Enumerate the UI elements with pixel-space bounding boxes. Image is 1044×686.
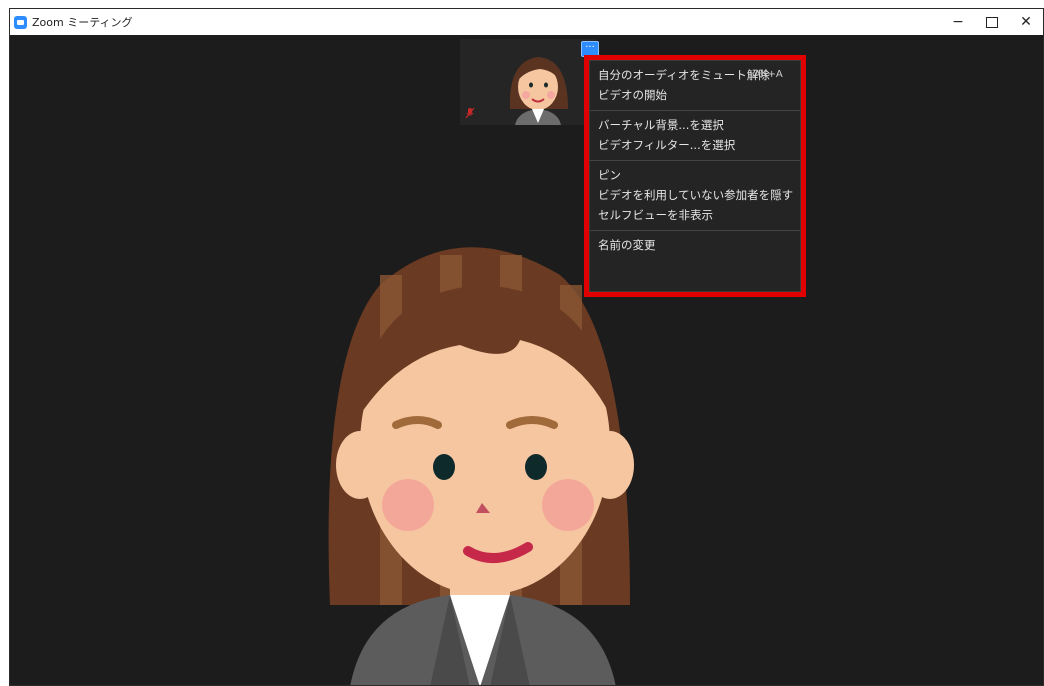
close-button[interactable]: ✕ [1009, 9, 1043, 35]
maximize-button[interactable] [975, 9, 1009, 35]
main-participant-avatar [328, 247, 634, 685]
menu-item-virtual-background[interactable]: バーチャル背景...を選択 [590, 115, 800, 135]
menu-item-label: ビデオフィルター...を選択 [598, 138, 736, 152]
menu-item-label: ビデオの開始 [598, 88, 667, 102]
menu-item-start-video[interactable]: ビデオの開始 [590, 85, 800, 105]
microphone-muted-icon [465, 107, 475, 119]
self-avatar-image [509, 57, 568, 125]
menu-item-video-filter[interactable]: ビデオフィルター...を選択 [590, 135, 800, 155]
window-title: Zoom ミーティング [32, 16, 133, 29]
menu-item-unmute-audio[interactable]: 自分のオーディオをミュート解除 Alt+A [590, 65, 800, 85]
menu-item-label: ビデオを利用していない参加者を隠す [598, 188, 794, 202]
menu-item-pin[interactable]: ピン [590, 165, 800, 185]
menu-section-view: ピン ビデオを利用していない参加者を隠す セルフビューを非表示 [590, 161, 800, 231]
title-bar: Zoom ミーティング − ✕ [10, 9, 1043, 35]
minimize-button[interactable]: − [941, 9, 975, 35]
menu-item-label: バーチャル背景...を選択 [598, 118, 724, 132]
menu-item-shortcut: Alt+A [754, 69, 783, 80]
menu-item-hide-self-view[interactable]: セルフビューを非表示 [590, 205, 800, 225]
maximize-icon [986, 16, 998, 28]
zoom-app-icon [14, 15, 27, 29]
menu-section-background-filters: バーチャル背景...を選択 ビデオフィルター...を選択 [590, 111, 800, 161]
menu-item-label: ピン [598, 168, 621, 182]
self-view-tile[interactable] [460, 39, 596, 125]
menu-section-audio-video: 自分のオーディオをミュート解除 Alt+A ビデオの開始 [590, 61, 800, 111]
menu-item-label: セルフビューを非表示 [598, 208, 713, 222]
menu-item-label: 自分のオーディオをミュート解除 [598, 68, 770, 82]
menu-item-hide-non-video[interactable]: ビデオを利用していない参加者を隠す [590, 185, 800, 205]
meeting-stage: ··· 自分のオーディオをミュート解除 Alt+A ビデオの開始 バーチャル背景… [10, 35, 1043, 685]
zoom-window: Zoom ミーティング − ✕ ··· 自分のオーディオをミュート解除 Alt+… [9, 8, 1044, 686]
